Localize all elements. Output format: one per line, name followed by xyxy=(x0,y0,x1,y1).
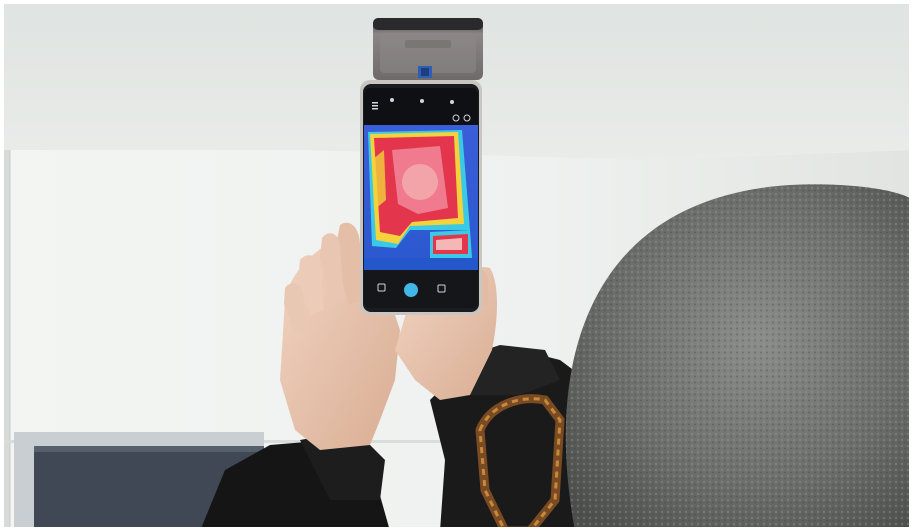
thermal-image xyxy=(364,88,478,308)
photo-canvas xyxy=(0,0,913,531)
thermal-camera-photo xyxy=(0,0,913,531)
thermal-camera-module xyxy=(373,18,483,80)
